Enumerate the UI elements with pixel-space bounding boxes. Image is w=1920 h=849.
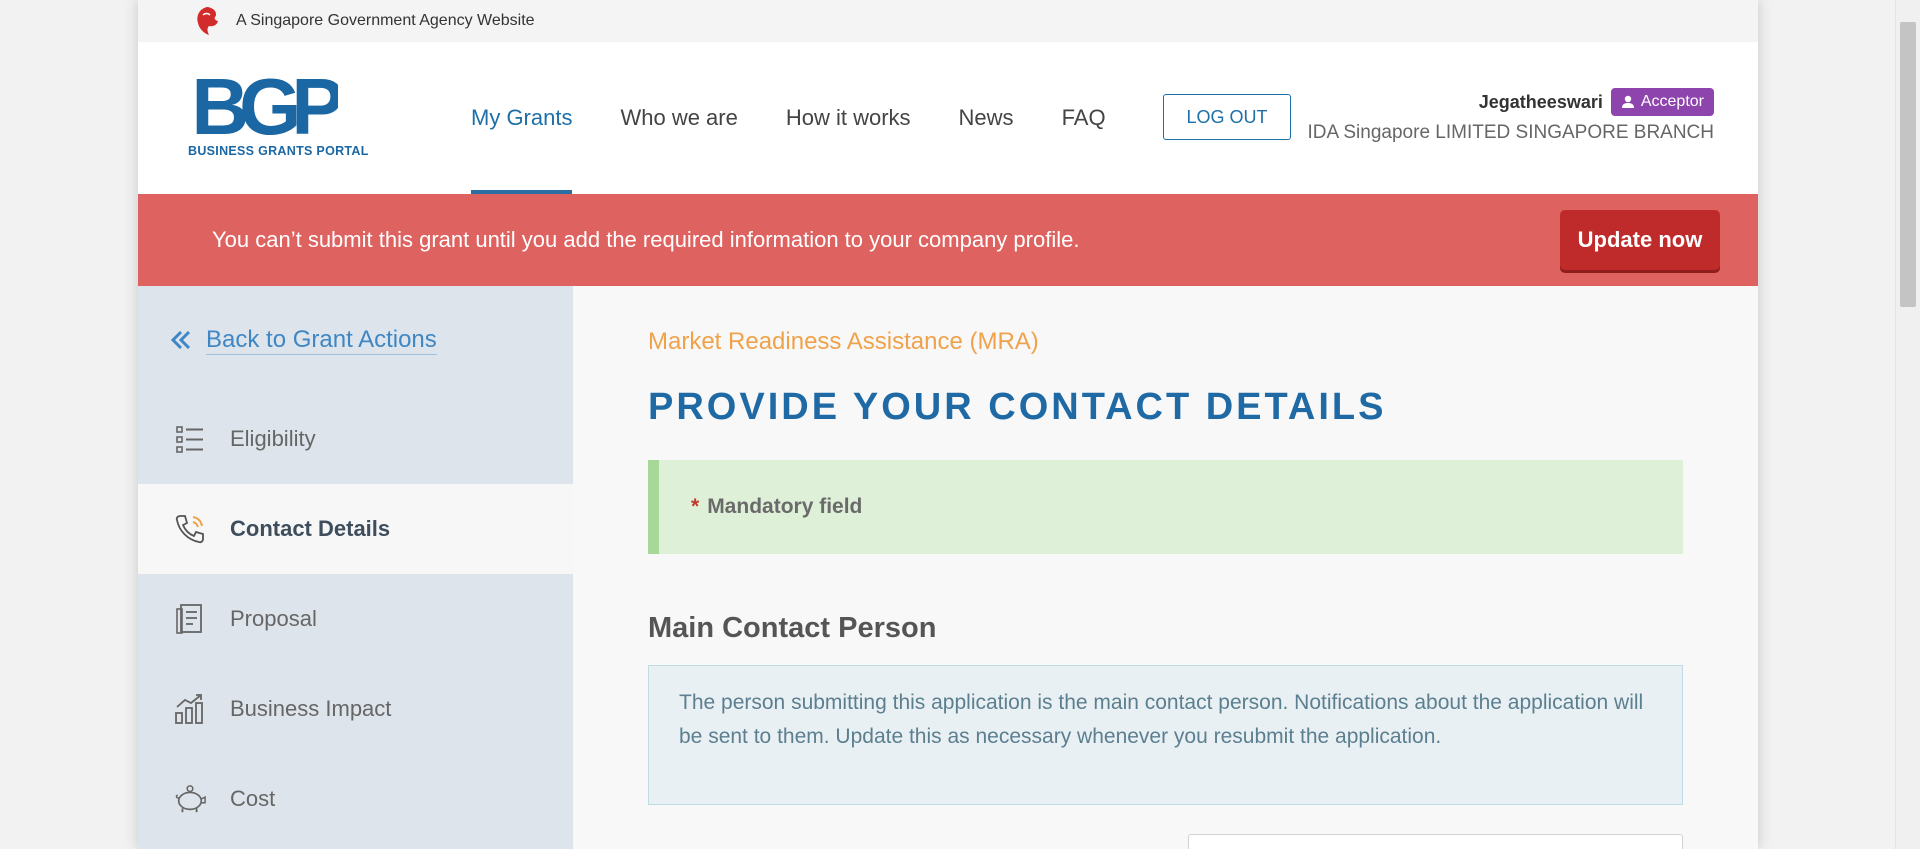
- logo-subtitle: BUSINESS GRANTS PORTAL: [188, 144, 369, 158]
- grant-name: Market Readiness Assistance (MRA): [648, 328, 1039, 355]
- page-container: A Singapore Government Agency Website BG…: [138, 0, 1758, 849]
- bgp-logo-mark: BGP: [191, 70, 338, 142]
- role-badge: Acceptor: [1610, 88, 1714, 116]
- person-icon: [1621, 95, 1634, 108]
- main-nav: My Grants Who we are How it works News F…: [471, 42, 1154, 194]
- sidebar-item-label: Eligibility: [230, 426, 316, 451]
- nav-faq[interactable]: FAQ: [1062, 42, 1106, 194]
- sidebar-item-cost[interactable]: Cost: [138, 754, 573, 844]
- profile-alert-banner: You can’t submit this grant until you ad…: [138, 194, 1758, 286]
- page-title: PROVIDE YOUR CONTACT DETAILS: [648, 386, 1387, 428]
- nav-who-we-are[interactable]: Who we are: [620, 42, 737, 194]
- user-name: Jegatheeswari: [1478, 91, 1603, 112]
- back-link-label: Back to Grant Actions: [206, 325, 437, 355]
- bar-chart-icon: [174, 693, 206, 725]
- bgp-logo-text: BGP: [191, 70, 338, 142]
- sidebar-item-contact-details[interactable]: Contact Details: [138, 484, 573, 574]
- scrollbar-thumb[interactable]: [1900, 22, 1916, 307]
- sidebar-item-proposal[interactable]: Proposal: [138, 574, 573, 664]
- required-star: *: [691, 495, 700, 518]
- nav-news[interactable]: News: [959, 42, 1014, 194]
- sidebar-item-label: Business Impact: [230, 696, 392, 721]
- user-info: Jegatheeswari Acceptor IDA Singapore LIM…: [1307, 88, 1714, 144]
- masthead-text: A Singapore Government Agency Website: [236, 12, 535, 29]
- grant-sidebar: Back to Grant Actions Eligibility Contac…: [138, 286, 573, 849]
- nav-how-it-works[interactable]: How it works: [786, 42, 911, 194]
- page-scrollbar[interactable]: [1895, 0, 1920, 849]
- document-icon: [174, 603, 206, 635]
- sidebar-item-eligibility[interactable]: Eligibility: [138, 394, 573, 484]
- sidebar-item-business-impact[interactable]: Business Impact: [138, 664, 573, 754]
- contact-input-field[interactable]: [1188, 834, 1683, 849]
- lion-head-icon: [197, 7, 218, 35]
- list-icon: [174, 423, 206, 455]
- piggy-bank-icon: [174, 783, 206, 815]
- logout-button[interactable]: LOG OUT: [1163, 94, 1291, 140]
- main-content: Market Readiness Assistance (MRA) PROVID…: [573, 286, 1758, 849]
- alert-message: You can’t submit this grant until you ad…: [212, 227, 1080, 252]
- back-to-grant-actions-link[interactable]: Back to Grant Actions: [138, 286, 573, 394]
- company-name: IDA Singapore LIMITED SINGAPORE BRANCH: [1307, 122, 1714, 143]
- government-masthead: A Singapore Government Agency Website: [138, 0, 1758, 42]
- bgp-logo[interactable]: BGP BUSINESS GRANTS PORTAL: [188, 70, 378, 158]
- contact-info-note: The person submitting this application i…: [648, 665, 1683, 805]
- double-chevron-left-icon: [170, 330, 191, 350]
- sidebar-item-label: Proposal: [230, 606, 317, 631]
- section-title: Main Contact Person: [648, 612, 937, 644]
- sidebar-item-label: Contact Details: [230, 516, 391, 541]
- nav-my-grants[interactable]: My Grants: [471, 42, 573, 194]
- update-now-button[interactable]: Update now: [1560, 210, 1720, 270]
- role-label: Acceptor: [1640, 93, 1704, 110]
- site-header: BGP BUSINESS GRANTS PORTAL My Grants Who…: [138, 42, 1758, 194]
- mandatory-field-notice: * Mandatory field: [648, 460, 1683, 554]
- phone-icon: [174, 513, 206, 545]
- mandatory-text: Mandatory field: [707, 495, 863, 518]
- sidebar-item-label: Cost: [230, 786, 276, 811]
